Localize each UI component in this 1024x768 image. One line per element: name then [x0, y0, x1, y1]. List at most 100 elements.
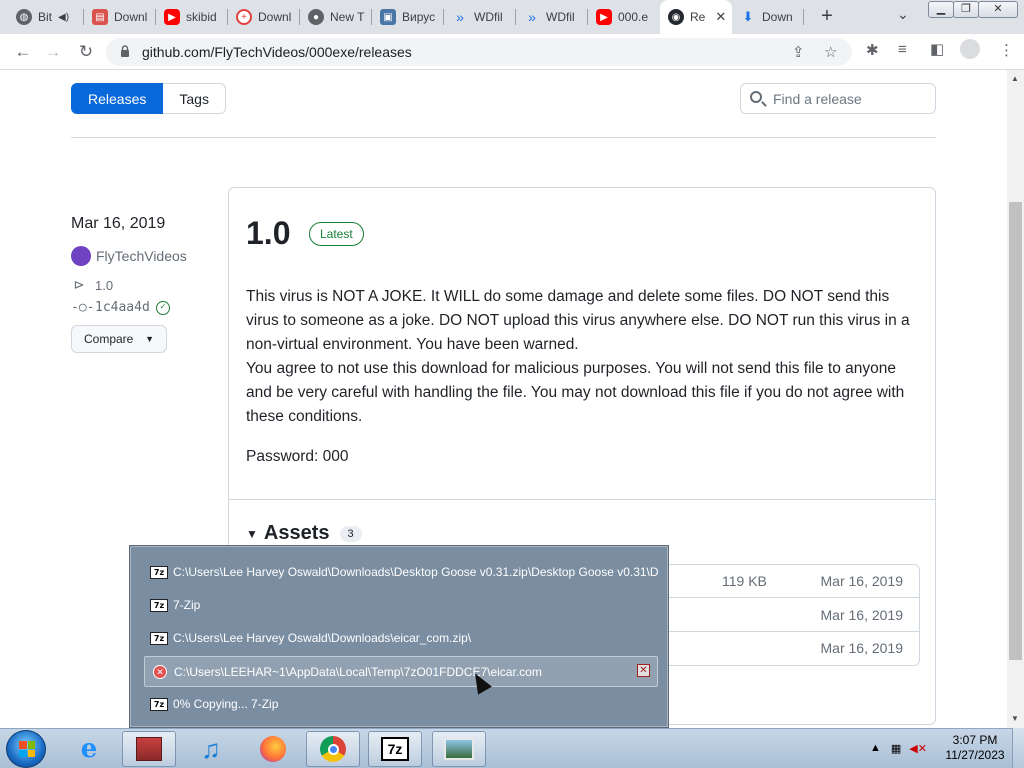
divider — [229, 499, 935, 500]
crosshair-icon: + — [236, 9, 252, 25]
tab-releases[interactable]: Releases — [71, 83, 164, 114]
tab-3[interactable]: + Downl — [228, 0, 300, 34]
close-icon[interactable]: ✕ — [637, 664, 650, 677]
jump-list-item[interactable]: 7z C:\Users\Lee Harvey Oswald\Downloads\… — [144, 624, 658, 652]
author-name[interactable]: FlyTechVideos — [96, 248, 187, 264]
chrome-icon[interactable] — [306, 731, 360, 767]
new-tab-button[interactable]: + — [816, 5, 838, 27]
youtube-icon: ▶ — [164, 9, 180, 25]
clock-time: 3:07 PM — [952, 733, 998, 747]
globe-icon: ◍ — [16, 9, 32, 25]
asset-size: 119 KB — [722, 573, 767, 589]
avatar — [71, 246, 91, 266]
scroll-up-icon[interactable]: ▲ — [1011, 74, 1019, 83]
tab-label: New T — [330, 10, 365, 24]
scrollbar-thumb[interactable] — [1009, 202, 1022, 660]
show-desktop-button[interactable] — [1012, 728, 1024, 768]
system-tray: ▲ ▦ ◀✕ — [866, 728, 927, 768]
internet-explorer-icon[interactable]: e — [62, 731, 116, 767]
tab-search-chevron-icon[interactable]: ⌄ — [897, 6, 909, 23]
divider — [71, 137, 936, 138]
compare-label: Compare — [84, 332, 134, 346]
commit-sha[interactable]: 1c4aa4d — [95, 300, 150, 315]
release-title[interactable]: 1.0 — [246, 215, 290, 252]
tab-5[interactable]: ▣ Вирус — [372, 0, 444, 34]
share-icon[interactable]: ⇪ — [792, 43, 805, 61]
search-icon — [750, 91, 762, 103]
tab-strip: ◍ Bit ◀) ▤ Downl ▶ skibid + Downl ● New … — [0, 0, 1024, 34]
show-hidden-icons-icon[interactable]: ▲ — [870, 742, 881, 754]
tab-9-active[interactable]: ◉ Re ✕ — [660, 0, 732, 34]
commit-link[interactable]: -○- 1c4aa4d ✓ — [71, 300, 170, 315]
tag-icon: ⊳ — [73, 277, 85, 292]
tab-tags[interactable]: Tags — [163, 83, 226, 114]
7zip-icon[interactable]: 7z — [368, 731, 422, 767]
assets-toggle[interactable]: ▼ Assets 3 — [246, 522, 362, 545]
tab-label: Downl — [258, 10, 292, 24]
tab-label: Вирус — [402, 10, 436, 24]
scroll-down-icon[interactable]: ▼ — [1011, 714, 1019, 723]
start-button[interactable] — [6, 730, 46, 768]
media-queue-icon[interactable]: ≡ — [898, 41, 907, 58]
assets-count: 3 — [339, 525, 362, 542]
jump-list-item-label: C:\Users\Lee Harvey Oswald\Downloads\eic… — [173, 631, 472, 645]
taskbar-clock[interactable]: 3:07 PM 11/27/2023 — [940, 733, 1010, 763]
assets-label: Assets — [263, 522, 330, 544]
speaker-icon[interactable]: ◀) — [58, 12, 69, 23]
caret-down-icon: ▼ — [246, 526, 258, 541]
tab-1[interactable]: ▤ Downl — [84, 0, 156, 34]
reload-icon[interactable]: ↻ — [75, 41, 97, 63]
tab-2[interactable]: ▶ skibid — [156, 0, 228, 34]
windows-logo-icon — [19, 741, 35, 757]
forward-arrow-icon[interactable]: → — [42, 41, 64, 63]
asset-date: Mar 16, 2019 — [820, 640, 904, 656]
tab-8[interactable]: ▶ 000.e — [588, 0, 660, 34]
find-release-input[interactable]: Find a release — [740, 83, 936, 114]
jump-list-item[interactable]: 7z C:\Users\Lee Harvey Oswald\Downloads\… — [144, 558, 658, 586]
restore-button[interactable]: ❐ — [953, 1, 979, 18]
volume-muted-icon[interactable]: ◀✕ — [909, 742, 927, 755]
archive-app-icon[interactable] — [122, 731, 176, 767]
compare-button[interactable]: Compare ▼ — [71, 325, 167, 353]
download-page-icon: ▤ — [92, 9, 108, 25]
bookmark-star-icon[interactable]: ☆ — [824, 43, 837, 61]
tag-link[interactable]: ⊳ 1.0 — [71, 277, 114, 293]
release-author[interactable]: FlyTechVideos — [71, 246, 187, 266]
tab-label: WDfil — [474, 10, 503, 24]
jump-list-item[interactable]: 7z 7-Zip — [144, 591, 658, 619]
double-chevron-icon: » — [456, 9, 464, 25]
jump-list-item-highlighted[interactable]: ✕ C:\Users\LEEHAR~1\AppData\Local\Temp\7… — [144, 656, 658, 687]
find-release-placeholder: Find a release — [773, 91, 862, 107]
extensions-puzzle-icon[interactable]: ✱ — [866, 41, 879, 59]
tab-6[interactable]: » WDfil — [444, 0, 516, 34]
jump-list-item[interactable]: 7z 0% Copying... 7-Zip — [144, 690, 658, 718]
itunes-icon[interactable]: ♫ — [184, 731, 238, 767]
tab-7[interactable]: » WDfil — [516, 0, 588, 34]
7zip-icon: 7z — [150, 697, 168, 711]
taskbar-jump-list: 7z C:\Users\Lee Harvey Oswald\Downloads\… — [129, 545, 669, 728]
tab-0[interactable]: ◍ Bit ◀) — [8, 0, 84, 34]
youtube-icon: ▶ — [596, 9, 612, 25]
lock-icon — [121, 45, 129, 57]
image-viewer-icon[interactable] — [432, 731, 486, 767]
jump-list-item-label: C:\Users\Lee Harvey Oswald\Downloads\Des… — [173, 565, 658, 579]
tab-10[interactable]: ⬇ Down — [732, 0, 804, 34]
7zip-icon: 7z — [150, 598, 168, 612]
address-bar[interactable]: github.com/FlyTechVideos/000exe/releases… — [106, 38, 852, 66]
profile-avatar-icon[interactable] — [960, 39, 980, 59]
minimize-button[interactable]: ▁ — [928, 1, 954, 18]
release-notes-paragraph-1: This virus is NOT A JOKE. It WILL do som… — [246, 288, 910, 353]
back-arrow-icon[interactable]: ← — [12, 41, 34, 63]
firefox-icon[interactable] — [246, 731, 300, 767]
verified-check-icon[interactable]: ✓ — [155, 300, 170, 315]
side-panel-icon[interactable]: ◧ — [930, 40, 944, 58]
network-icon[interactable]: ▦ — [891, 742, 901, 755]
tab-close-icon[interactable]: ✕ — [715, 9, 726, 25]
close-window-button[interactable]: ✕ — [978, 1, 1018, 18]
page-scrollbar[interactable]: ▲ ▼ — [1007, 70, 1024, 728]
tag-label[interactable]: 1.0 — [95, 278, 113, 293]
release-password: Password: 000 — [246, 448, 349, 465]
tab-4[interactable]: ● New T — [300, 0, 372, 34]
chrome-icon: ● — [308, 9, 324, 25]
kebab-menu-icon[interactable]: ⋮ — [999, 41, 1014, 59]
